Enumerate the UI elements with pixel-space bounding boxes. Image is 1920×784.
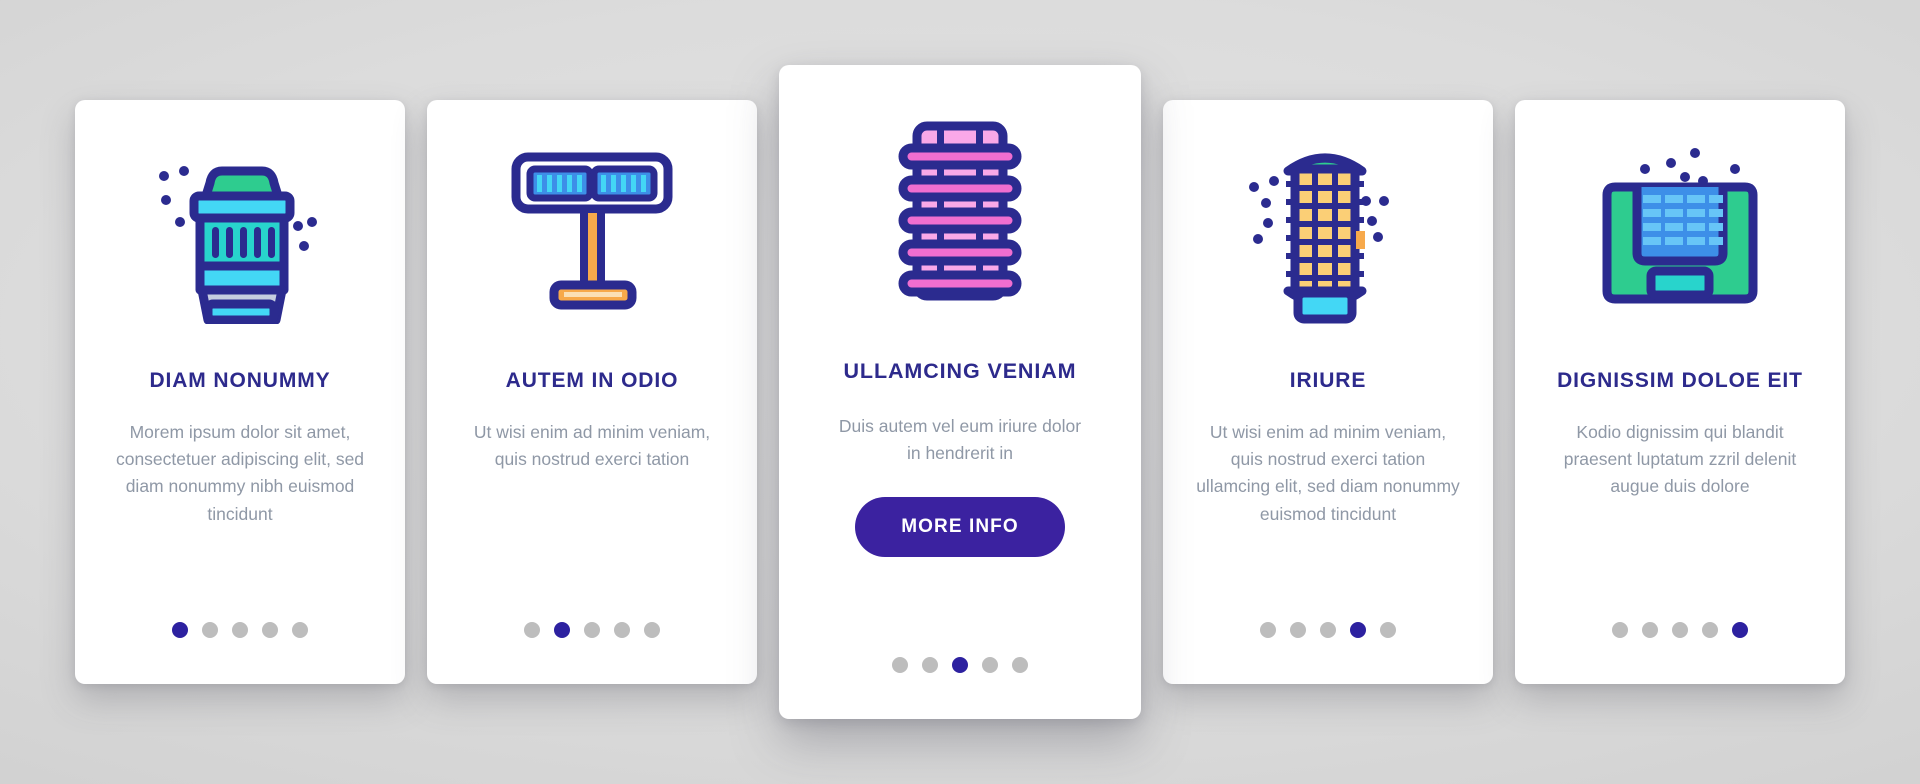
onboarding-card[interactable]: ULLAMCING VENIAM Duis autem vel eum iriu… [779,65,1141,719]
pagination-dot[interactable] [292,622,308,638]
pagination-dot[interactable] [1672,622,1688,638]
barrel-filter-icon [159,166,317,324]
card-body-text: Ut wisi enim ad minim veniam, quis nostr… [1196,422,1460,524]
pagination-dot[interactable] [262,622,278,638]
card-illustration [799,65,1121,357]
pagination-dot[interactable] [1320,622,1336,638]
t-stand-panel-icon [511,152,673,310]
card-title: DIGNISSIM DOLOE EIT [1557,369,1803,392]
pagination-dot[interactable] [584,622,600,638]
card-illustration [95,100,385,362]
pagination-dots[interactable] [779,657,1141,673]
pagination-dot[interactable] [614,622,630,638]
pagination-dot[interactable] [554,622,570,638]
pagination-dot[interactable] [1642,622,1658,638]
card-illustration [447,100,737,362]
card-illustration [1183,100,1473,362]
panel-grid-filter-icon [1602,148,1758,304]
more-info-button[interactable]: MORE INFO [855,497,1065,558]
pagination-dot[interactable] [172,622,188,638]
pink-coil-filter-icon [898,121,1022,301]
pagination-dots[interactable] [427,622,757,638]
pagination-dot[interactable] [1702,622,1718,638]
card-title-slot: AUTEM IN ODIO [506,368,679,393]
card-title: ULLAMCING VENIAM [843,359,1077,383]
card-title-slot: ULLAMCING VENIAM [844,359,1077,385]
card-title: IRIURE [1289,369,1367,392]
onboarding-card[interactable]: AUTEM IN ODIO Ut wisi enim ad minim veni… [427,100,757,684]
pagination-dot[interactable] [1732,622,1748,638]
pagination-dots[interactable] [75,622,405,638]
pagination-dot[interactable] [1012,657,1028,673]
pagination-dot[interactable] [922,657,938,673]
onboarding-card[interactable]: DIGNISSIM DOLOE EIT Kodio dignissim qui … [1515,100,1845,684]
pagination-dot[interactable] [232,622,248,638]
card-body-text: Kodio dignissim qui blandit praesent lup… [1563,422,1797,497]
card-title: AUTEM IN ODIO [505,369,679,392]
onboarding-card[interactable]: IRIURE Ut wisi enim ad minim veniam, qui… [1163,100,1493,684]
pagination-dots[interactable] [1163,622,1493,638]
pagination-dot[interactable] [1260,622,1276,638]
card-body-text: Morem ipsum dolor sit amet, consectetuer… [115,422,365,524]
card-body-text: Ut wisi enim ad minim veniam, quis nostr… [473,422,711,470]
card-title-slot: DIAM NONUMMY [149,368,330,393]
card-body-text: Duis autem vel eum iriure dolor in hendr… [838,415,1082,463]
pagination-dot[interactable] [1350,622,1366,638]
card-illustration [1535,100,1825,362]
pagination-dot[interactable] [1380,622,1396,638]
pagination-dot[interactable] [982,657,998,673]
pagination-dots[interactable] [1515,622,1845,638]
pagination-dot[interactable] [644,622,660,638]
pagination-dot[interactable] [952,657,968,673]
pagination-dot[interactable] [202,622,218,638]
pagination-dot[interactable] [1612,622,1628,638]
tall-cartridge-filter-icon [1249,153,1389,324]
pagination-dot[interactable] [1290,622,1306,638]
card-title-slot: DIGNISSIM DOLOE EIT [1557,368,1803,393]
pagination-dot[interactable] [524,622,540,638]
card-list: DIAM NONUMMY Morem ipsum dolor sit amet,… [75,0,1845,784]
onboarding-card[interactable]: DIAM NONUMMY Morem ipsum dolor sit amet,… [75,100,405,684]
card-title: DIAM NONUMMY [149,369,331,392]
card-title-slot: IRIURE [1290,368,1367,393]
onboarding-screens-stage: DIAM NONUMMY Morem ipsum dolor sit amet,… [0,0,1920,784]
pagination-dot[interactable] [892,657,908,673]
